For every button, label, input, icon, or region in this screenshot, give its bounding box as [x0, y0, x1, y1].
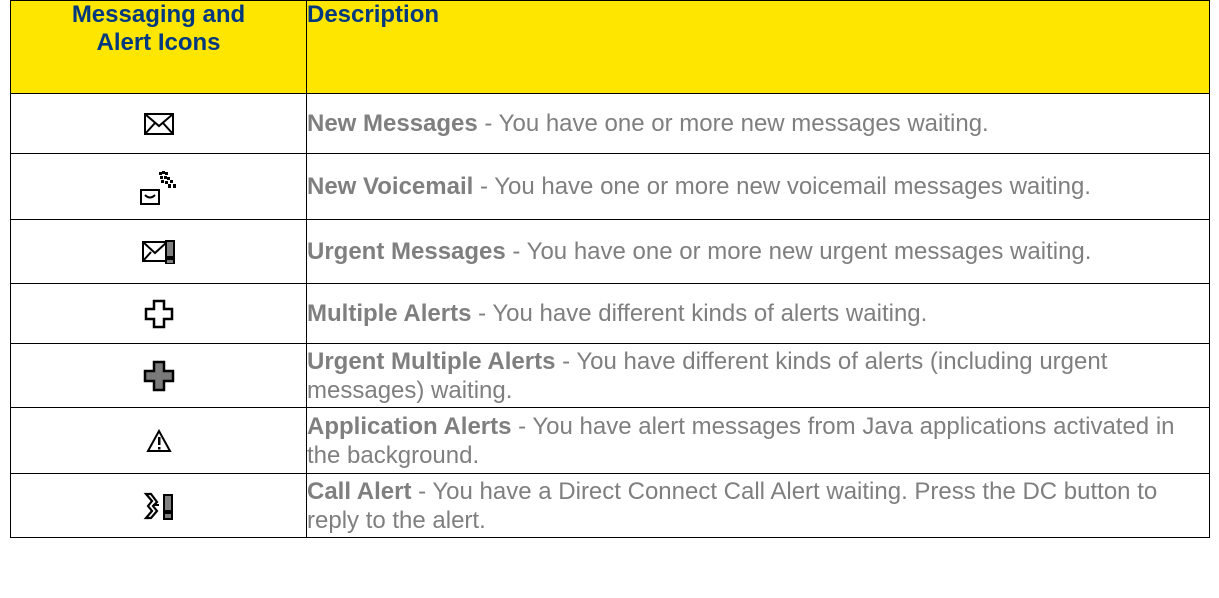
header-description-column: Description	[306, 0, 1210, 94]
row-text: - You have different kinds of alerts wai…	[471, 300, 928, 327]
table-row: New Messages - You have one or more new …	[10, 93, 1210, 154]
description-cell: Application Alerts - You have alert mess…	[306, 407, 1210, 474]
icon-cell	[10, 153, 307, 220]
table-row: Application Alerts - You have alert mess…	[10, 407, 1210, 474]
row-title: Application Alerts	[307, 412, 512, 440]
page: Messaging and Alert Icons Description Ne…	[0, 0, 1219, 598]
row-title: Call Alert	[307, 477, 412, 505]
table-row: Urgent Messages - You have one or more n…	[10, 219, 1210, 284]
icon-cell	[10, 219, 307, 284]
row-title: Urgent Messages	[307, 238, 506, 265]
header-icons-column: Messaging and Alert Icons	[10, 0, 307, 94]
row-text: - You have a Direct Connect Call Alert w…	[307, 477, 1158, 534]
table-row: New Voicemail - You have one or more new…	[10, 153, 1210, 220]
call-alert-icon	[143, 491, 175, 521]
envelope-icon	[143, 112, 174, 135]
row-title: Urgent Multiple Alerts	[307, 347, 556, 375]
description-cell: New Messages - You have one or more new …	[306, 93, 1210, 154]
description-cell: Multiple Alerts - You have different kin…	[306, 283, 1210, 344]
row-title: New Voicemail	[307, 173, 474, 200]
row-title: Multiple Alerts	[307, 300, 472, 327]
header-icons-line1: Messaging and	[71, 1, 246, 28]
urgent-envelope-icon	[141, 239, 176, 264]
table-row: Urgent Multiple Alerts - You have differ…	[10, 343, 1210, 408]
icon-cell	[10, 93, 307, 154]
row-text: - You have one or more new urgent messag…	[505, 238, 1092, 265]
description-cell: Urgent Messages - You have one or more n…	[306, 219, 1210, 284]
row-title: New Messages	[307, 110, 478, 137]
description-cell: Call Alert - You have a Direct Connect C…	[306, 473, 1210, 538]
table-header-row: Messaging and Alert Icons Description	[10, 0, 1210, 94]
icon-cell	[10, 343, 307, 408]
row-text: - You have one or more new messages wait…	[477, 110, 989, 137]
description-cell: New Voicemail - You have one or more new…	[306, 153, 1210, 220]
icon-cell	[10, 407, 307, 474]
icon-cell	[10, 473, 307, 538]
row-text: - You have one or more new voicemail mes…	[473, 173, 1091, 200]
header-icons-line2: Alert Icons	[96, 29, 221, 56]
table-row: Call Alert - You have a Direct Connect C…	[10, 473, 1210, 538]
voicemail-icon	[139, 168, 178, 206]
icons-table: Messaging and Alert Icons Description Ne…	[10, 0, 1210, 538]
table-row: Multiple Alerts - You have different kin…	[10, 283, 1210, 344]
icon-cell	[10, 283, 307, 344]
multiple-alerts-icon	[144, 299, 174, 329]
urgent-multiple-alerts-icon	[143, 360, 175, 392]
description-cell: Urgent Multiple Alerts - You have differ…	[306, 343, 1210, 408]
warning-icon	[145, 428, 172, 453]
